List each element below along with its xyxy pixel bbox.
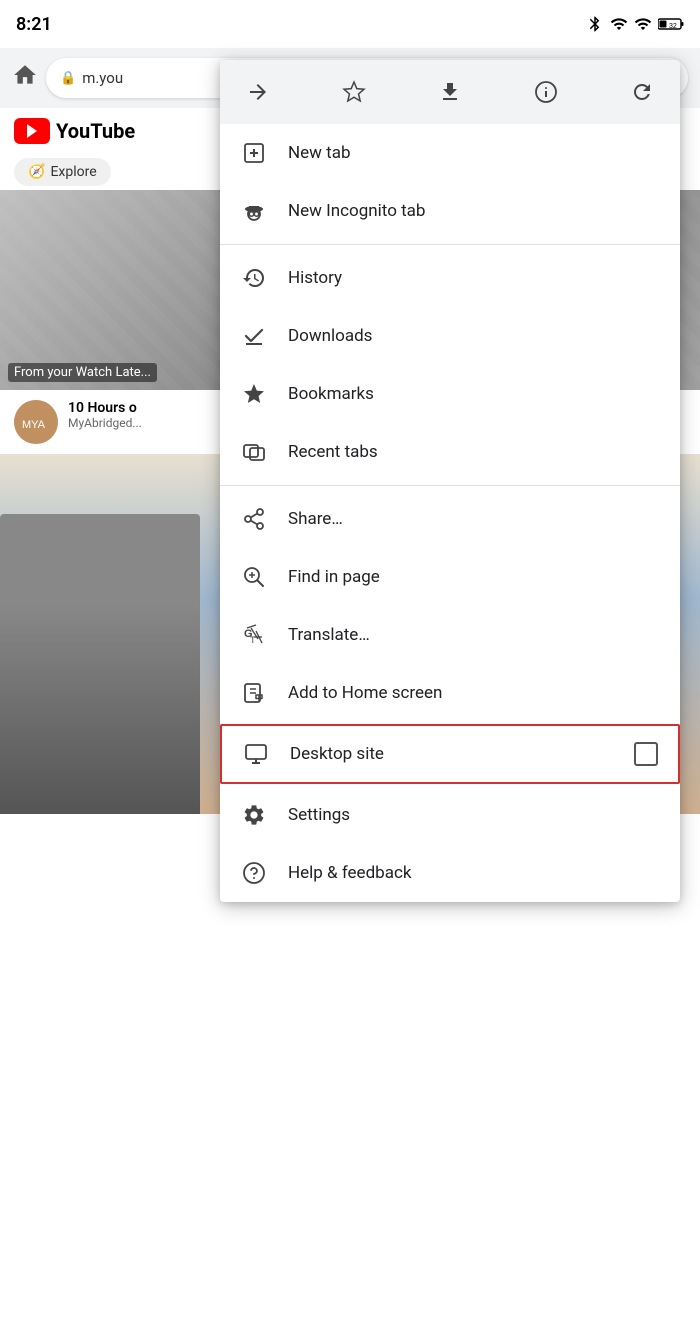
recent-tabs-label: Recent tabs [288,442,660,462]
star-icon[interactable] [336,74,372,110]
new-tab-icon [240,139,268,167]
help-feedback-item[interactable]: Help & feedback [220,844,680,902]
refresh-icon[interactable] [624,74,660,110]
share-label: Share… [288,509,660,529]
desktop-site-item[interactable]: Desktop site [220,724,680,784]
share-item[interactable]: Share… [220,490,680,548]
incognito-tab-item[interactable]: New Incognito tab [220,182,680,240]
divider-1 [220,244,680,245]
incognito-tab-label: New Incognito tab [288,201,660,221]
history-icon [240,264,268,292]
youtube-label: YouTube [56,119,135,143]
forward-icon[interactable] [240,74,276,110]
wifi-icon [634,15,652,33]
youtube-icon [14,118,50,144]
find-icon [240,563,268,591]
desktop-icon [242,740,270,768]
dropdown-menu: New tab New Incognito tab Hi [220,60,680,902]
home-button[interactable] [12,62,38,94]
chess-person [0,514,200,814]
downloads-item[interactable]: Downloads [220,307,680,365]
explore-icon: 🧭 [28,164,45,180]
desktop-site-label: Desktop site [290,744,614,764]
explore-tab[interactable]: 🧭 Explore [14,158,111,186]
bookmarks-item[interactable]: Bookmarks [220,365,680,423]
downloads-icon [240,322,268,350]
incognito-icon [240,197,268,225]
youtube-logo: YouTube [14,118,135,144]
battery-icon: 32 [658,17,684,31]
status-time: 8:21 [16,14,52,35]
explore-label: Explore [50,164,96,180]
watch-later-label: From your Watch Late... [8,363,157,382]
downloads-label: Downloads [288,326,660,346]
find-in-page-item[interactable]: Find in page [220,548,680,606]
download-page-icon[interactable] [432,74,468,110]
translate-icon: G T [240,621,268,649]
divider-2 [220,485,680,486]
add-to-home-item[interactable]: Add to Home screen [220,664,680,722]
recent-tabs-item[interactable]: Recent tabs [220,423,680,481]
help-icon [240,859,268,887]
add-to-home-label: Add to Home screen [288,683,660,703]
lock-icon: 🔒 [60,71,76,86]
find-in-page-label: Find in page [288,567,660,587]
status-icons: 32 [586,15,684,33]
translate-label: Translate… [288,625,660,645]
recent-tabs-icon [240,438,268,466]
settings-label: Settings [288,805,660,825]
bluetooth-icon [586,15,604,33]
url-text: m.you [82,69,123,87]
status-bar: 8:21 32 [0,0,700,48]
desktop-site-checkbox[interactable] [634,742,658,766]
svg-text:MYA: MYA [22,419,46,431]
info-icon[interactable] [528,74,564,110]
share-icon [240,505,268,533]
help-feedback-label: Help & feedback [288,863,660,883]
settings-icon [240,801,268,829]
new-tab-item[interactable]: New tab [220,124,680,182]
history-item[interactable]: History [220,249,680,307]
add-home-icon [240,679,268,707]
settings-item[interactable]: Settings [220,786,680,844]
svg-text:32: 32 [669,23,677,30]
channel-avatar: MYA [14,400,58,444]
bookmarks-label: Bookmarks [288,384,660,404]
history-label: History [288,268,660,288]
new-tab-label: New tab [288,143,660,163]
dropdown-toolbar [220,60,680,124]
bookmarks-icon [240,380,268,408]
signal-icon [610,15,628,33]
translate-item[interactable]: G T Translate… [220,606,680,664]
